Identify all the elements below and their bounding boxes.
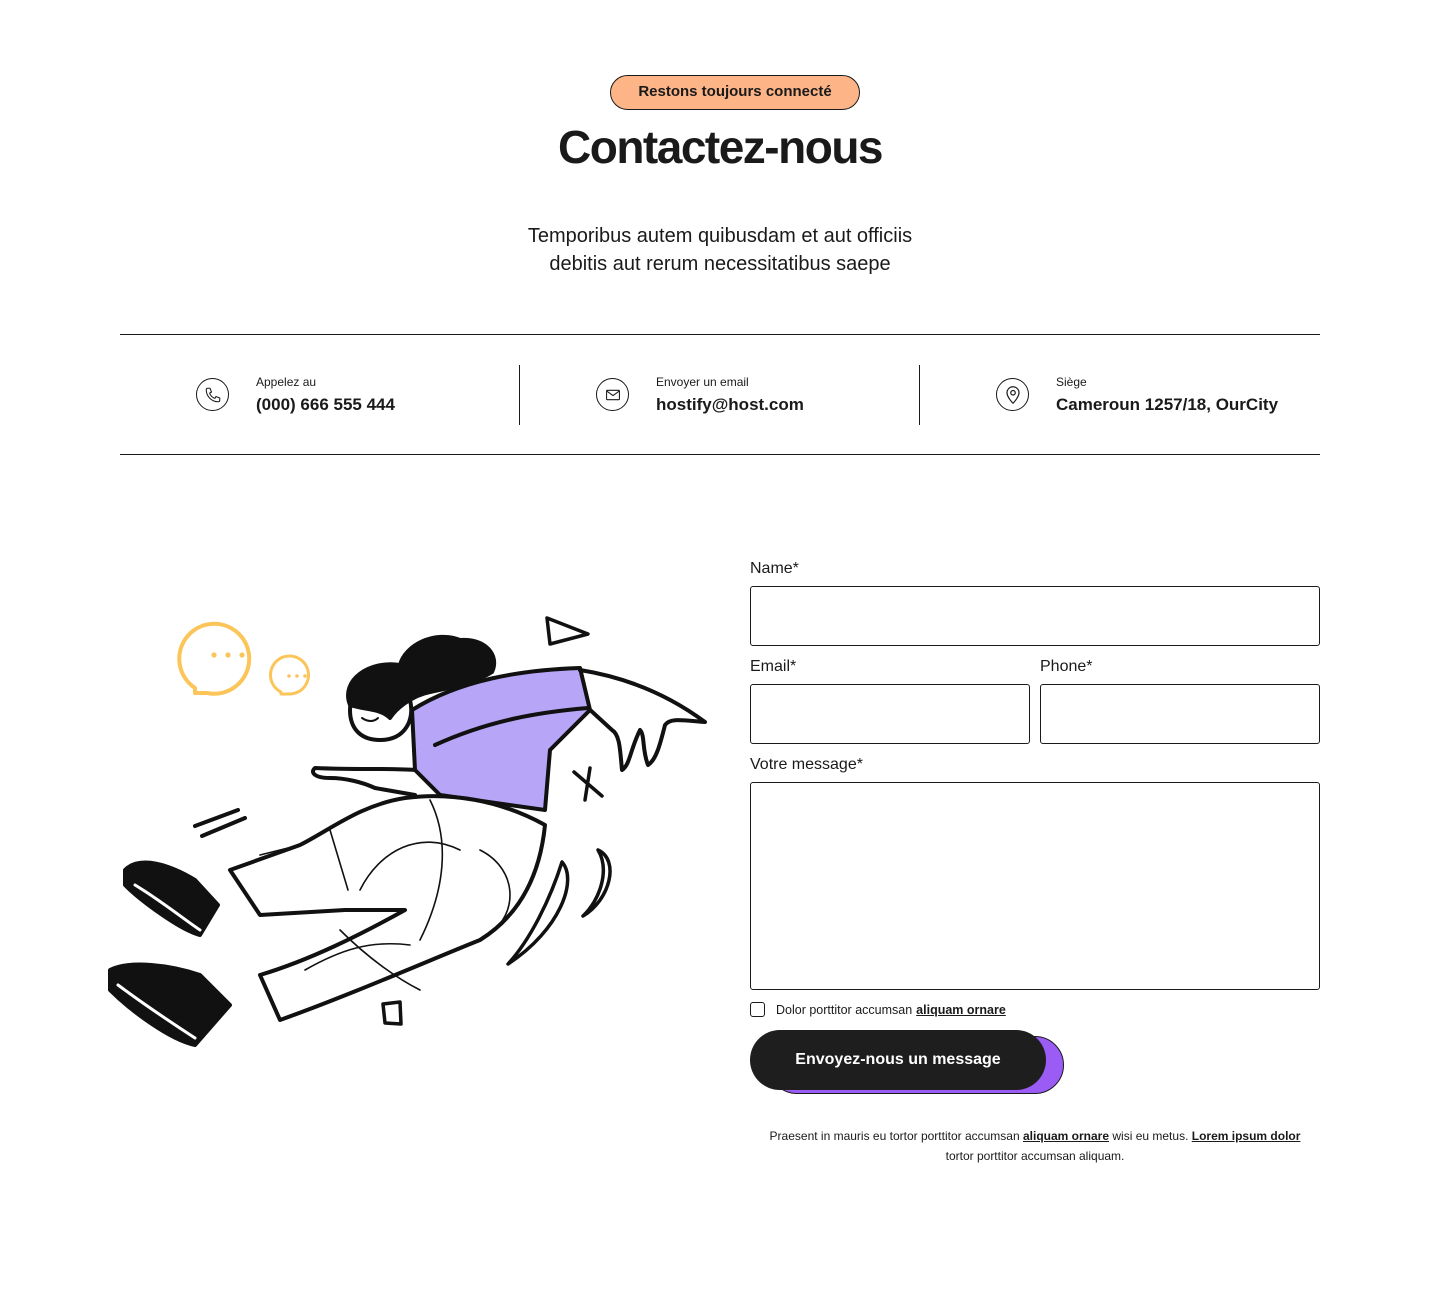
contact-info-strip: Appelez au (000) 666 555 444 Envoyer un … xyxy=(120,334,1320,455)
email-label: Envoyer un email xyxy=(656,375,749,389)
footnote-link-1[interactable]: aliquam ornare xyxy=(1023,1129,1109,1143)
email-field-label: Email* xyxy=(750,658,797,675)
contact-email[interactable]: Envoyer un email hostify@host.com xyxy=(520,335,920,454)
footnote-text-2: wisi eu metus. xyxy=(1112,1129,1189,1143)
phone-value[interactable]: (000) 666 555 444 xyxy=(256,395,395,415)
subtitle-line-2: debitis aut rerum necessitatibus saepe xyxy=(549,253,891,275)
name-label: Name* xyxy=(750,560,799,577)
phone-input[interactable] xyxy=(1040,684,1320,744)
address-label: Siège xyxy=(1056,375,1087,389)
mail-icon xyxy=(596,378,629,411)
footnote-text-3: tortor porttitor accumsan aliquam. xyxy=(945,1149,1125,1163)
submit-button[interactable]: Envoyez-nous un message xyxy=(750,1030,1046,1090)
footnote: Praesent in mauris eu tortor porttitor a… xyxy=(750,1126,1320,1166)
phone-field-label: Phone* xyxy=(1040,658,1093,675)
email-value[interactable]: hostify@host.com xyxy=(656,395,804,415)
footnote-link-2[interactable]: Lorem ipsum dolor xyxy=(1192,1129,1301,1143)
address-value: Cameroun 1257/18, OurCity xyxy=(1056,395,1279,414)
consent-checkbox[interactable] xyxy=(750,1002,765,1017)
message-label: Votre message* xyxy=(750,756,863,773)
contact-address[interactable]: Siège Cameroun 1257/18, OurCity xyxy=(920,335,1320,454)
consent-link[interactable]: aliquam ornare xyxy=(916,1003,1006,1017)
consent-row: Dolor porttitor accumsan aliquam ornare xyxy=(750,1002,1006,1017)
name-input[interactable] xyxy=(750,586,1320,646)
footnote-text-1: Praesent in mauris eu tortor porttitor a… xyxy=(769,1129,1020,1143)
subtitle-line-1: Temporibus autem quibusdam et aut offici… xyxy=(527,225,913,247)
phone-icon xyxy=(196,378,229,411)
phone-label: Appelez au xyxy=(256,375,317,389)
email-input[interactable] xyxy=(750,684,1030,744)
subtitle: Temporibus autem quibusdam et aut offici… xyxy=(470,222,970,278)
page-title: Contactez-nous xyxy=(558,121,884,173)
chat-bubble-large-icon xyxy=(177,621,252,696)
consent-text: Dolor porttitor accumsan xyxy=(776,1002,913,1017)
submit-button-wrap: Envoyez-nous un message xyxy=(750,1030,1070,1100)
contact-phone[interactable]: Appelez au (000) 666 555 444 xyxy=(120,335,520,454)
message-textarea[interactable] xyxy=(750,782,1320,990)
illustration-flying-person xyxy=(108,616,707,1047)
location-pin-icon xyxy=(996,378,1029,411)
badge: Restons toujours connecté xyxy=(610,75,860,110)
